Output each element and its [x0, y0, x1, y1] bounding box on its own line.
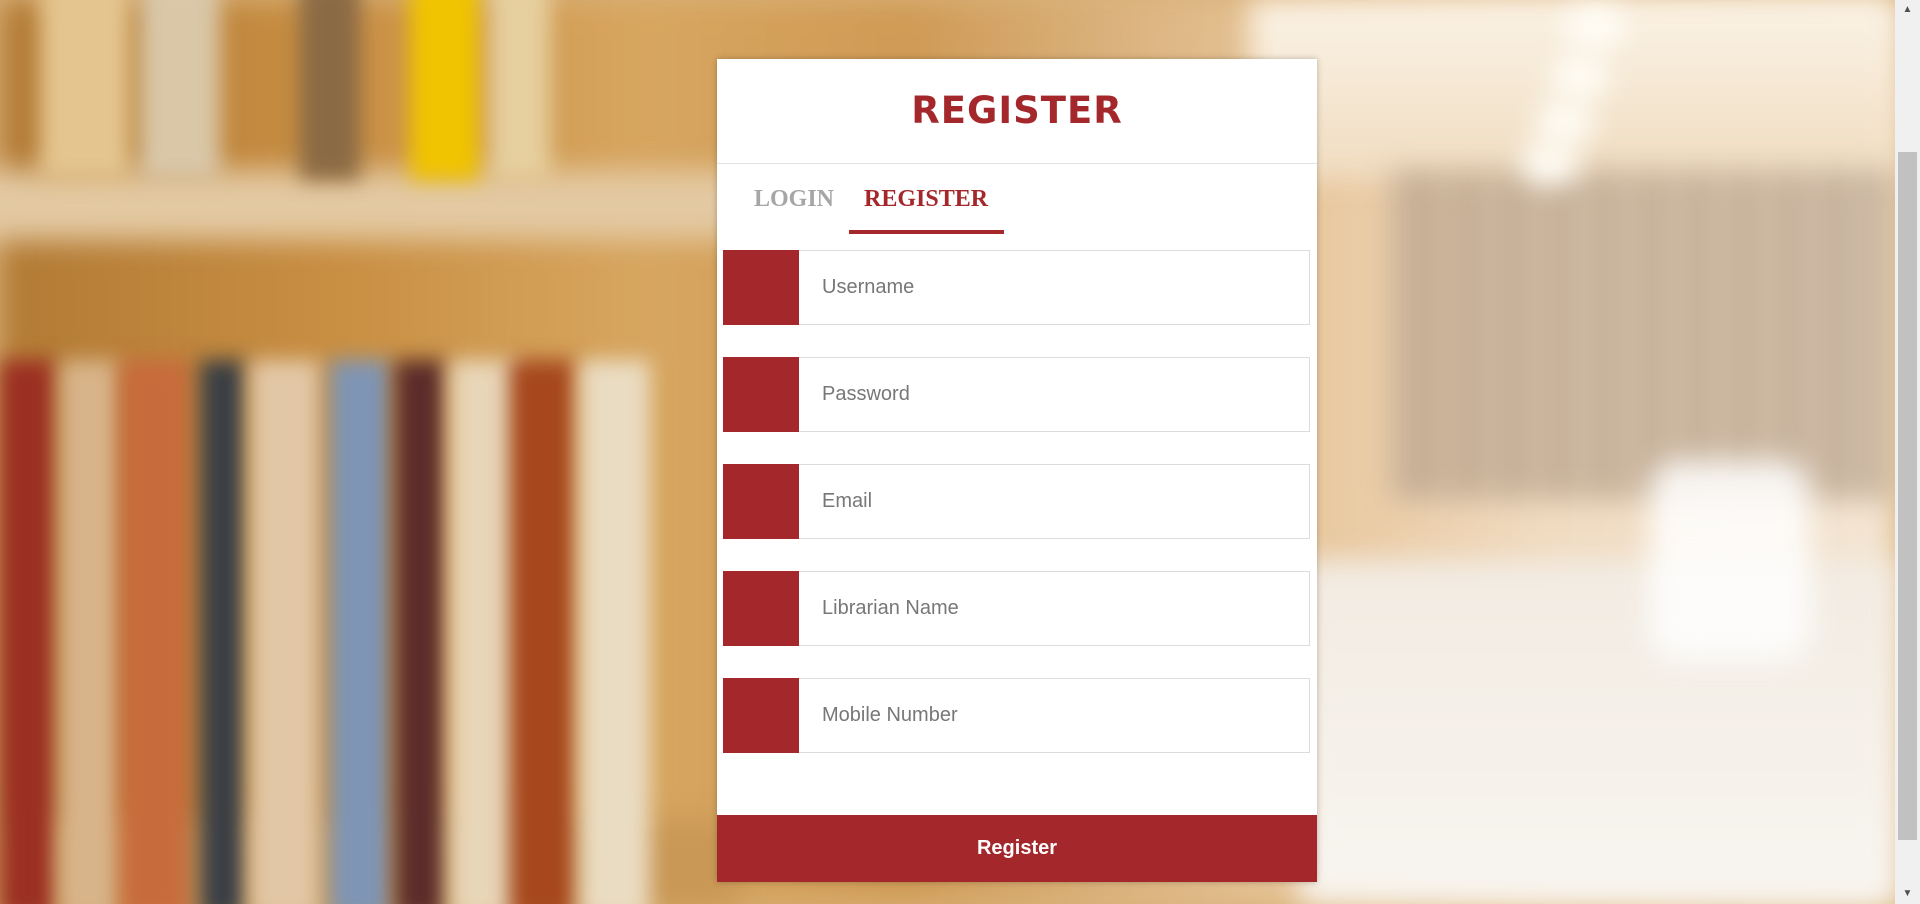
background-book: [330, 360, 390, 904]
background-book: [0, 360, 55, 904]
email-input[interactable]: [799, 465, 1309, 538]
id-card-icon: [723, 571, 799, 646]
background-light: [1565, 5, 1625, 50]
background-shelf: [0, 170, 740, 240]
mobile-number-input[interactable]: [799, 679, 1309, 752]
username-input[interactable]: [799, 251, 1309, 324]
background-book: [510, 360, 575, 904]
background-light: [1520, 140, 1580, 185]
tab-register[interactable]: REGISTER: [864, 186, 988, 213]
background-light: [1535, 100, 1595, 145]
password-input[interactable]: [799, 358, 1309, 431]
auth-tabs: LOGIN REGISTER: [717, 164, 1317, 234]
background-book: [300, 0, 360, 180]
vertical-scrollbar[interactable]: ▲ ▼: [1895, 0, 1920, 904]
password-field: [723, 357, 1310, 432]
register-button[interactable]: Register: [717, 815, 1317, 882]
email-field: [723, 464, 1310, 539]
background-book: [200, 360, 245, 904]
background-book: [410, 0, 480, 180]
background-book: [580, 360, 650, 904]
librarian-name-field: [723, 571, 1310, 646]
background-book: [250, 360, 320, 904]
background-book: [120, 360, 190, 904]
background-book: [60, 360, 120, 904]
scrollbar-thumb[interactable]: [1898, 152, 1917, 840]
username-field: [723, 250, 1310, 325]
page-title: REGISTER: [911, 89, 1123, 132]
envelope-icon: [723, 464, 799, 539]
background-book: [490, 0, 550, 180]
lock-icon: [723, 357, 799, 432]
background-book: [140, 0, 220, 180]
card-header: REGISTER: [717, 59, 1317, 164]
background-book: [395, 360, 445, 904]
active-tab-indicator: [849, 230, 1004, 234]
scroll-down-arrow-icon[interactable]: ▼: [1895, 884, 1920, 904]
librarian-name-input[interactable]: [799, 572, 1309, 645]
register-card: REGISTER LOGIN REGISTER Register: [717, 59, 1317, 882]
background-bookstacks: [1390, 170, 1890, 500]
tab-login[interactable]: LOGIN: [754, 186, 834, 213]
phone-icon: [723, 678, 799, 753]
background-light: [1550, 55, 1610, 100]
background-book: [40, 0, 130, 180]
mobile-number-field: [723, 678, 1310, 753]
background-chair: [1650, 460, 1810, 660]
user-icon: [723, 250, 799, 325]
scroll-up-arrow-icon[interactable]: ▲: [1895, 0, 1920, 20]
